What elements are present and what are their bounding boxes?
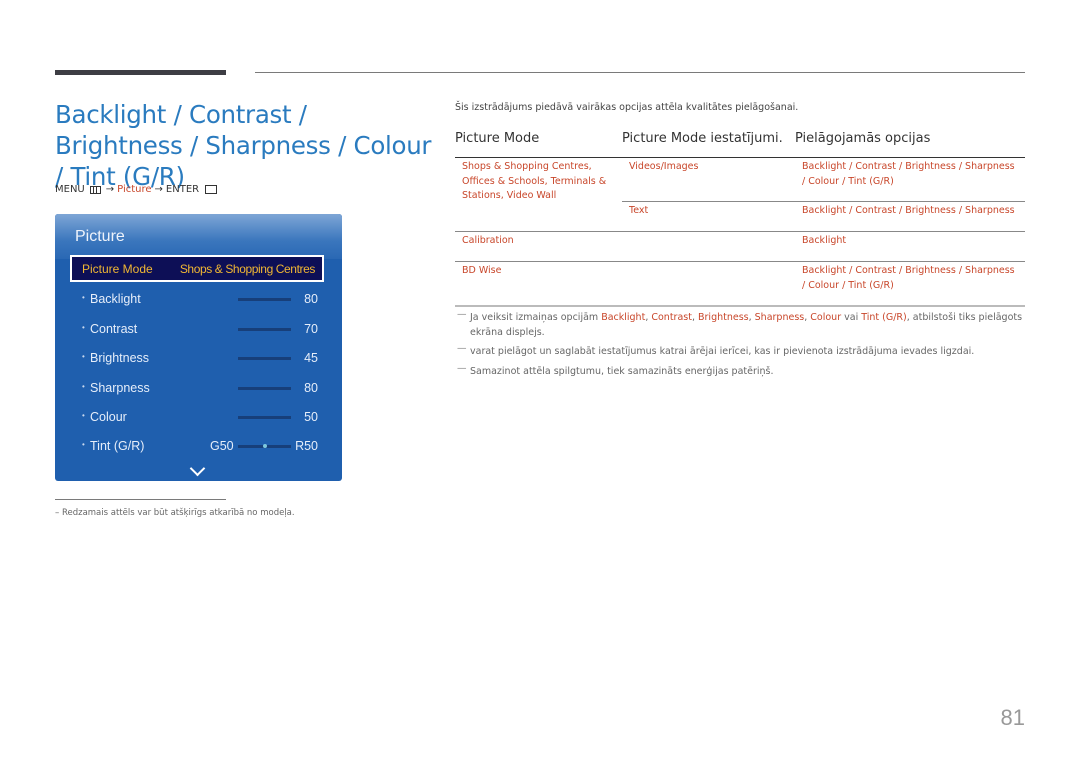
row3-options: Backlight / Contrast / Brightness / Shar… [802, 264, 1015, 293]
note-text: Ja veiksit izmaiņas opcijām [470, 312, 602, 323]
menu-label: MENU [55, 184, 85, 195]
panel-header: Picture [55, 214, 342, 259]
item-label: Sharpness [90, 380, 150, 395]
slider[interactable] [238, 386, 291, 390]
menu-icon [89, 185, 101, 194]
tint-slider-knob[interactable] [262, 444, 267, 448]
row3-options-line1: Backlight / Contrast / Brightness / Shar… [802, 265, 1015, 276]
enter-icon [205, 185, 218, 194]
row-divider [455, 231, 1025, 232]
item-value: 45 [304, 351, 318, 365]
header-settings: Picture Mode iestatījumi. [622, 131, 783, 146]
bullet-icon: • [82, 411, 85, 420]
header-rule-thin [255, 72, 1025, 73]
row1a-options-line2: / Colour / Tint (G/R) [802, 175, 894, 187]
note-dash-icon: — [457, 309, 467, 320]
notes: — Ja veiksit izmaiņas opcijām Backlight,… [455, 309, 1025, 384]
arrow-2: → [154, 184, 163, 195]
menu-item-colour[interactable]: • Colour 50 [55, 406, 342, 428]
item-label: Tint (G/R) [90, 439, 145, 453]
menu-path: MENU → Picture → ENTER [55, 184, 218, 195]
item-value: 70 [304, 321, 318, 336]
row1b-options: Backlight / Contrast / Brightness / Shar… [802, 205, 1015, 216]
row1a-options-line1: Backlight / Contrast / Brightness / Shar… [802, 161, 1015, 172]
note-text: varat pielāgot un saglabāt iestatījumus … [470, 346, 975, 357]
row1b-setting: Text [629, 205, 649, 216]
slider[interactable] [238, 327, 291, 331]
highlight: Sharpness [754, 312, 805, 323]
header-picture-mode: Picture Mode [455, 131, 540, 146]
picture-mode-value: Shops & Shopping Centres [179, 261, 316, 276]
menu-item-brightness[interactable]: • Brightness 45 [55, 347, 342, 369]
row1-mode: Shops & Shopping Centres, Offices & Scho… [462, 160, 606, 204]
slider[interactable] [238, 416, 291, 419]
item-value: 80 [304, 380, 318, 395]
row1a-setting: Videos/Images [629, 161, 699, 172]
intro-text: Šis izstrādājums piedāvā vairākas opcija… [455, 102, 799, 113]
row3-mode: BD Wise [462, 265, 502, 276]
item-label: Brightness [90, 351, 150, 365]
item-label: Colour [90, 410, 127, 424]
highlight: Brightness [698, 312, 749, 323]
item-label: Backlight [90, 292, 141, 306]
menu-item-backlight[interactable]: • Backlight 80 [55, 288, 342, 310]
picture-menu-panel: Picture Picture Mode Shops & Shopping Ce… [55, 214, 342, 481]
bullet-icon: • [82, 381, 85, 391]
arrow-1: → [105, 184, 115, 195]
item-value: 50 [304, 410, 318, 424]
footnote: – Redzamais attēls var būt atšķirīgs atk… [55, 508, 295, 518]
picture-mode-row[interactable]: Picture Mode Shops & Shopping Centres [70, 255, 324, 282]
menu-item-contrast[interactable]: • Contrast 70 [55, 318, 342, 340]
highlight: Tint (G/R) [861, 312, 907, 323]
row1-mode-line2: Offices & Schools, Terminals & [462, 175, 607, 187]
chevron-down-icon[interactable] [189, 460, 206, 477]
item-label: Contrast [90, 321, 138, 336]
tint-green-value: G50 [210, 439, 234, 453]
row3-options-line2: / Colour / Tint (G/R) [802, 279, 894, 291]
note-dash-icon: — [457, 362, 467, 374]
picture-link[interactable]: Picture [117, 184, 151, 195]
header-rule-thick [55, 70, 226, 75]
row-divider [622, 201, 1025, 202]
row1-mode-line3: Stations, Video Wall [462, 190, 557, 201]
note-3: — Samazinot attēla spilgtumu, tiek samaz… [455, 362, 1025, 380]
highlight: Contrast [651, 312, 692, 323]
highlight: Backlight [601, 312, 646, 323]
row-divider [455, 261, 1025, 262]
slider[interactable] [238, 357, 291, 360]
note-text: vai [841, 312, 862, 323]
note-text: Samazinot attēla spilgtumu, tiek samazin… [470, 365, 774, 377]
menu-item-tint[interactable]: • Tint (G/R) G50 R50 [55, 435, 342, 457]
highlight: Colour [810, 312, 842, 323]
page-title: Backlight / Contrast / Brightness / Shar… [55, 100, 432, 191]
slider[interactable] [238, 298, 291, 301]
row2-mode: Calibration [462, 235, 514, 246]
bullet-icon: • [82, 293, 85, 302]
table-bottom-rule [455, 305, 1025, 307]
note-dash-icon: — [457, 343, 467, 354]
bullet-icon: • [82, 352, 85, 361]
tint-slider[interactable] [238, 444, 291, 448]
note-2: — varat pielāgot un saglabāt iestatījumu… [455, 343, 1025, 360]
row2-options: Backlight [802, 235, 847, 246]
row1a-options: Backlight / Contrast / Brightness / Shar… [802, 160, 1015, 189]
bullet-icon: • [82, 322, 85, 332]
tint-red-value: R50 [295, 439, 318, 453]
header-options: Pielāgojamās opcijas [795, 131, 931, 146]
item-value: 80 [304, 292, 318, 306]
enter-label: ENTER [165, 184, 200, 195]
table-header: Picture Mode Picture Mode iestatījumi. P… [455, 131, 1025, 158]
page-number: 81 [1000, 705, 1025, 730]
picture-mode-label: Picture Mode [82, 261, 153, 276]
bullet-icon: • [82, 440, 85, 449]
row1-mode-line1: Shops & Shopping Centres, [462, 161, 592, 172]
menu-item-sharpness[interactable]: • Sharpness 80 [55, 377, 342, 399]
note-1: — Ja veiksit izmaiņas opcijām Backlight,… [457, 309, 1023, 338]
footnote-rule [55, 499, 226, 500]
panel-title: Picture [75, 228, 125, 245]
